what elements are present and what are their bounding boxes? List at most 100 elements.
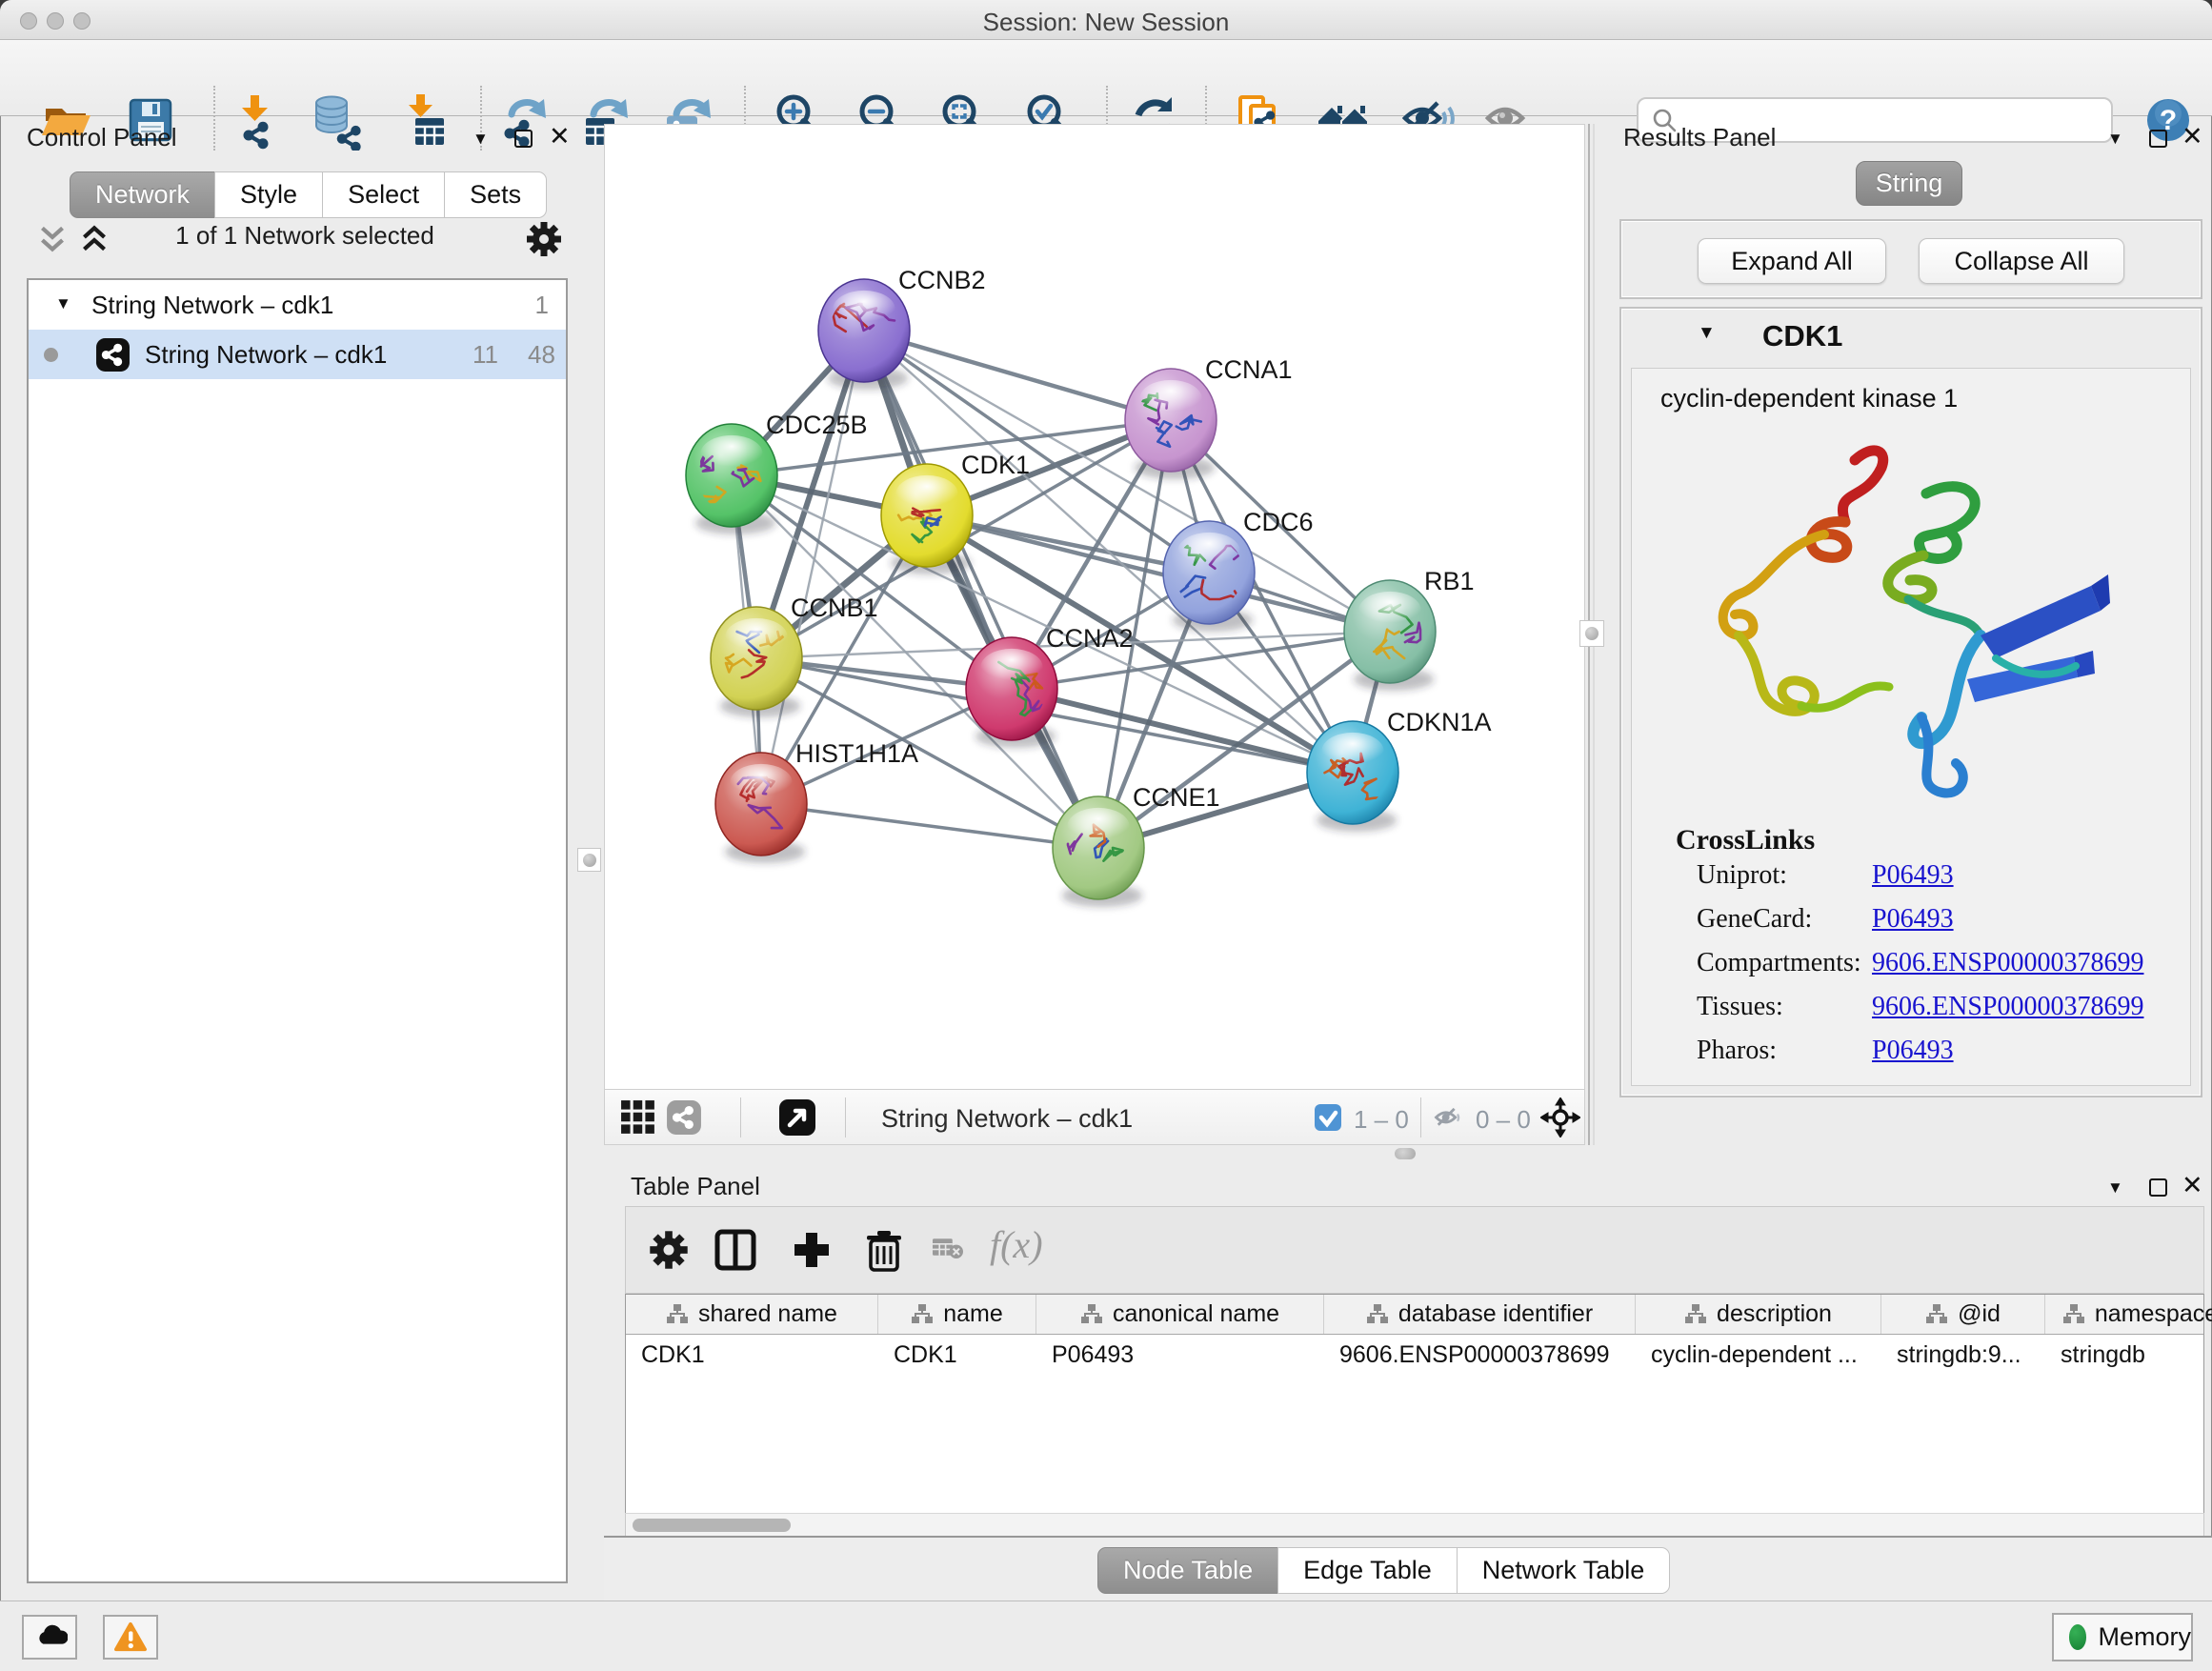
crosslink-link[interactable]: 9606.ENSP00000378699 xyxy=(1872,992,2143,1022)
memory-button[interactable]: Memory xyxy=(2052,1613,2193,1661)
results-panel-menu-icon[interactable]: ▼ xyxy=(2107,130,2123,149)
pan-mode-icon[interactable] xyxy=(1540,1097,1580,1137)
network-collection-row[interactable]: ▼ String Network – cdk1 1 xyxy=(29,280,566,330)
crosslink-row: Tissues:9606.ENSP00000378699 xyxy=(1697,992,2173,1022)
network-node-count: 11 xyxy=(473,340,498,370)
network-options-gear-icon[interactable] xyxy=(524,219,564,259)
network-canvas[interactable]: CCNB2CCNA1CDC25BCDK1CDC6RB1CCNB1CCNA2CDK… xyxy=(605,125,1584,1089)
cell-shared-name[interactable]: CDK1 xyxy=(626,1335,878,1375)
cell-description[interactable]: cyclin-dependent ... xyxy=(1636,1335,1881,1375)
column-header-canonical-name[interactable]: canonical name xyxy=(1036,1295,1324,1334)
warnings-button[interactable] xyxy=(103,1615,158,1660)
network-node-HIST1H1A[interactable]: HIST1H1A xyxy=(715,739,918,863)
node-label-CCNE1: CCNE1 xyxy=(1133,783,1220,812)
separator xyxy=(740,1097,741,1137)
expand-all-icon[interactable] xyxy=(76,221,112,257)
collapse-all-button[interactable]: Collapse All xyxy=(1919,238,2124,284)
network-node-CCNA1[interactable]: CCNA1 xyxy=(1125,355,1293,479)
network-edge-CDK1-RB1[interactable] xyxy=(927,515,1390,632)
import-network-database-button[interactable] xyxy=(308,90,369,151)
scrollbar-thumb[interactable] xyxy=(633,1519,791,1532)
right-splitter-handle[interactable] xyxy=(1579,620,1604,647)
results-panel-float-icon[interactable] xyxy=(2149,130,2167,148)
control-panel-menu-icon[interactable]: ▼ xyxy=(473,130,489,149)
horizontal-splitter-handle[interactable] xyxy=(1395,1148,1416,1159)
network-node-CCNB1[interactable]: CCNB1 xyxy=(711,594,878,717)
control-panel-close-icon[interactable]: ✕ xyxy=(549,128,571,146)
cloud-status-button[interactable] xyxy=(22,1615,77,1660)
cell-name[interactable]: CDK1 xyxy=(878,1335,1036,1375)
network-node-CDC25B[interactable]: CDC25B xyxy=(686,411,868,534)
cell--id[interactable]: stringdb:9... xyxy=(1881,1335,2045,1375)
network-node-CCNE1[interactable]: CCNE1 xyxy=(1053,783,1220,907)
detach-view-icon[interactable] xyxy=(778,1098,816,1137)
table-row[interactable]: CDK1CDK1P064939606.ENSP00000378699cyclin… xyxy=(626,1335,2203,1375)
node-table: shared name name canonical name database… xyxy=(625,1294,2204,1513)
network-node-CCNB2[interactable]: CCNB2 xyxy=(818,266,986,390)
gene-section-header[interactable]: ▼ CDK1 xyxy=(1621,309,2201,362)
tab-network[interactable]: Network xyxy=(70,171,215,218)
crosslink-link[interactable]: P06493 xyxy=(1872,1036,1954,1066)
crosslink-label: Compartments: xyxy=(1697,948,1861,977)
network-view-title: String Network – cdk1 xyxy=(881,1104,1133,1134)
tab-style[interactable]: Style xyxy=(214,171,323,218)
results-panel-close-icon[interactable]: ✕ xyxy=(2182,128,2203,146)
column-header--id[interactable]: @id xyxy=(1881,1295,2045,1334)
memory-status-dot xyxy=(2069,1624,2086,1650)
show-columns-icon[interactable] xyxy=(714,1228,757,1272)
birdseye-grid-icon[interactable] xyxy=(620,1099,656,1136)
collapse-all-icon[interactable] xyxy=(34,221,70,257)
cell-canonical-name[interactable]: P06493 xyxy=(1036,1335,1324,1375)
tab-network-table[interactable]: Network Table xyxy=(1457,1547,1671,1594)
tab-edge-table[interactable]: Edge Table xyxy=(1277,1547,1458,1594)
hidden-eye-icon[interactable] xyxy=(1432,1101,1466,1136)
tab-string[interactable]: String xyxy=(1856,161,1962,206)
column-label: @id xyxy=(1958,1300,2001,1328)
network-edge-CCNB2-HIST1H1A[interactable] xyxy=(761,331,864,804)
cell-database-identifier[interactable]: 9606.ENSP00000378699 xyxy=(1324,1335,1636,1375)
table-options-gear-icon[interactable] xyxy=(647,1228,691,1272)
left-splitter-handle[interactable] xyxy=(577,848,601,872)
column-hierarchy-icon xyxy=(1080,1303,1103,1326)
network-node-RB1[interactable]: RB1 xyxy=(1344,567,1475,691)
table-panel-close-icon[interactable]: ✕ xyxy=(2182,1177,2203,1195)
column-header-name[interactable]: name xyxy=(878,1295,1036,1334)
node-label-CDC6: CDC6 xyxy=(1243,508,1314,536)
import-table-button[interactable] xyxy=(394,90,455,151)
table-horizontal-scrollbar[interactable] xyxy=(625,1513,2204,1538)
network-edge-CCNB2-CCNE1[interactable] xyxy=(864,331,1098,848)
cell-namespace[interactable]: stringdb xyxy=(2045,1335,2212,1375)
collection-expand-icon[interactable]: ▼ xyxy=(55,294,71,313)
network-edge-CCNB2-CCNA1[interactable] xyxy=(864,331,1171,420)
tab-select[interactable]: Select xyxy=(322,171,445,218)
gene-collapse-icon[interactable]: ▼ xyxy=(1698,323,1716,344)
tab-node-table[interactable]: Node Table xyxy=(1097,1547,1278,1594)
network-node-CDKN1A[interactable]: CDKN1A xyxy=(1307,708,1492,832)
network-node-CDC6[interactable]: CDC6 xyxy=(1163,508,1314,632)
network-edge-CCNE1-HIST1H1A[interactable] xyxy=(761,804,1098,848)
column-header-shared-name[interactable]: shared name xyxy=(626,1295,878,1334)
network-node-CCNA2[interactable]: CCNA2 xyxy=(966,624,1134,748)
crosslink-label: GeneCard: xyxy=(1697,904,1812,934)
column-hierarchy-icon xyxy=(1366,1303,1389,1326)
tab-sets[interactable]: Sets xyxy=(444,171,547,218)
column-header-namespace[interactable]: namespace xyxy=(2045,1295,2212,1334)
create-column-icon[interactable] xyxy=(790,1228,834,1272)
import-network-file-button[interactable] xyxy=(228,90,289,151)
crosslink-link[interactable]: 9606.ENSP00000378699 xyxy=(1872,948,2143,978)
network-selected-status: 1 of 1 Network selected xyxy=(152,221,457,251)
expand-all-button[interactable]: Expand All xyxy=(1698,238,1886,284)
column-header-description[interactable]: description xyxy=(1636,1295,1881,1334)
crosslink-link[interactable]: P06493 xyxy=(1872,860,1954,891)
table-panel-float-icon[interactable] xyxy=(2149,1178,2167,1197)
network-label: String Network – cdk1 xyxy=(145,340,387,370)
column-header-database-identifier[interactable]: database identifier xyxy=(1324,1295,1636,1334)
results-panel-title: Results Panel xyxy=(1623,123,1776,152)
table-tabs: Node TableEdge TableNetwork Table xyxy=(1098,1547,1670,1594)
delete-column-icon[interactable] xyxy=(862,1228,906,1272)
selected-checkbox-icon[interactable] xyxy=(1314,1103,1342,1132)
control-panel-float-icon[interactable] xyxy=(514,130,533,148)
table-panel-menu-icon[interactable]: ▼ xyxy=(2107,1178,2123,1198)
network-row[interactable]: String Network – cdk1 11 48 xyxy=(29,330,566,379)
crosslink-link[interactable]: P06493 xyxy=(1872,904,1954,935)
